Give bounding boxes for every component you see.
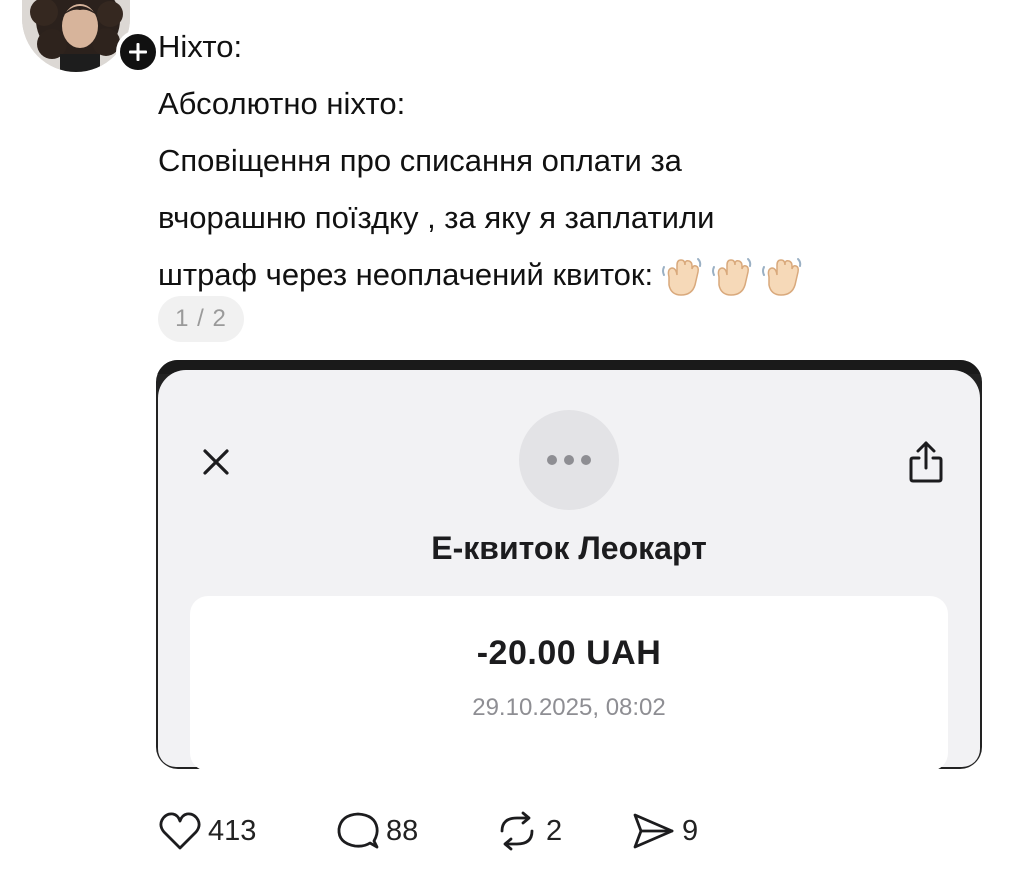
reply-count: 88 [386, 814, 419, 847]
post-actions: 413 88 2 9 [158, 808, 730, 854]
more-options-button[interactable] [519, 410, 619, 510]
like-button[interactable]: 413 [158, 811, 336, 851]
heart-icon [159, 812, 201, 850]
transaction-datetime: 29.10.2025, 08:02 [472, 694, 666, 721]
transaction-box: -20.00 UAH 29.10.2025, 08:02 [190, 596, 948, 769]
attached-image[interactable]: Е-квиток Леокарт -20.00 UAH 29.10.2025, … [156, 360, 982, 769]
avatar[interactable] [22, 0, 130, 72]
reply-button[interactable]: 88 [336, 810, 494, 852]
payment-sheet: Е-квиток Леокарт -20.00 UAH 29.10.2025, … [158, 370, 980, 769]
ticket-title: Е-квиток Леокарт [431, 530, 707, 566]
waving-hand-icon [712, 257, 752, 296]
close-button[interactable] [198, 444, 234, 480]
repost-count: 2 [546, 814, 563, 847]
post-body: Ніхто: Абсолютно ніхто: Сповіщення про с… [158, 18, 978, 303]
author-avatar-area[interactable] [22, 0, 160, 76]
post-line: Сповіщення про списання оплати за [158, 143, 682, 178]
close-icon [203, 449, 229, 475]
plus-icon [129, 43, 147, 61]
waving-hand-icon [662, 257, 702, 296]
carousel-page-indicator: 1 / 2 [158, 296, 244, 342]
post-line: Ніхто: [158, 29, 243, 64]
send-button[interactable]: 9 [630, 810, 730, 852]
send-icon [633, 813, 674, 849]
post-line-text: штраф через неоплачений квиток: [158, 257, 654, 292]
post-line-last: штраф через неоплачений квиток: [158, 246, 978, 303]
ellipsis-icon [547, 455, 591, 465]
share-count: 9 [682, 814, 699, 847]
post-line: Абсолютно ніхто: [158, 86, 406, 121]
comment-icon [337, 812, 379, 849]
repost-button[interactable]: 2 [494, 810, 630, 852]
repost-icon [500, 811, 534, 851]
share-button[interactable] [902, 434, 950, 490]
share-icon [909, 441, 943, 483]
transaction-amount: -20.00 UAH [476, 634, 662, 672]
waving-hand-icon [762, 257, 802, 296]
emoji-group [659, 255, 803, 299]
like-count: 413 [208, 814, 257, 847]
post-line: вчорашню поїздку , за яку я заплатили [158, 200, 715, 235]
follow-button[interactable] [116, 30, 160, 74]
